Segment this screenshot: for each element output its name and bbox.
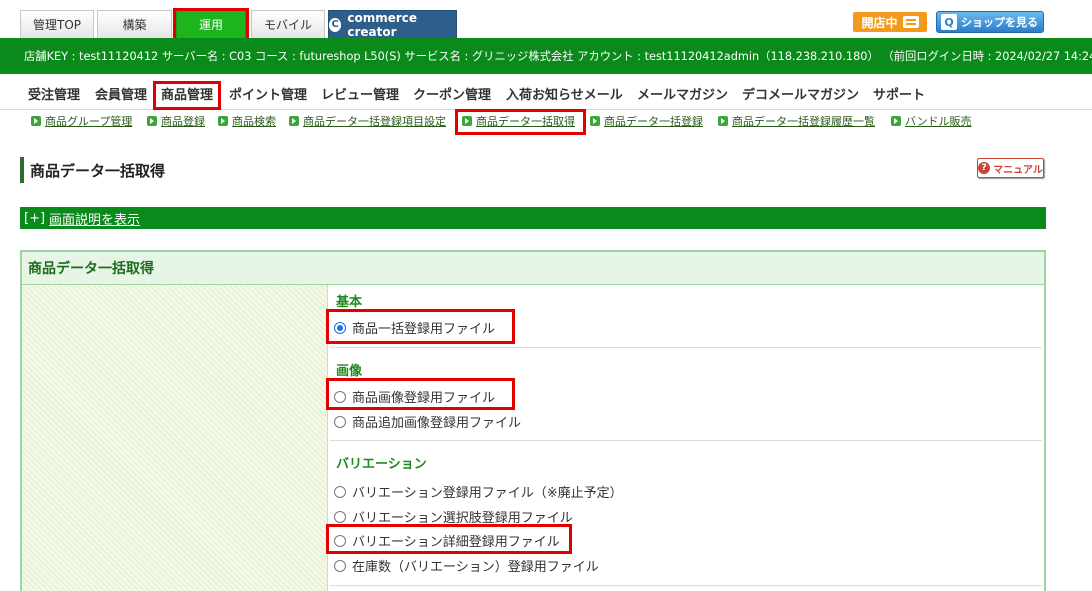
store-open-badge[interactable]: 開店中 — [853, 12, 927, 32]
section-label-image: 画像 — [336, 364, 363, 379]
expand-toggle[interactable]: [+] — [24, 211, 45, 226]
panel-header: 商品データ一括取得 — [22, 252, 1044, 285]
tab-label: commerce creator — [347, 10, 418, 39]
arrow-icon — [31, 116, 41, 126]
radio-unchecked-icon[interactable] — [334, 559, 346, 572]
radio-variation-stock[interactable]: 在庫数（バリエーション）登録用ファイル — [334, 556, 599, 575]
highlight-box-unyou-tab — [173, 8, 249, 41]
subnav-label: 商品データ一括登録履歴一覧 — [732, 115, 875, 128]
tab-label: 管理TOP — [32, 18, 81, 32]
radio-label: 商品追加画像登録用ファイル — [352, 416, 522, 431]
subnav-group[interactable]: 商品グループ管理 — [31, 113, 132, 129]
subnav-label: 商品データ一括登録 — [604, 115, 703, 128]
highlight-box-product-image — [326, 378, 515, 410]
question-icon: ? — [978, 162, 991, 174]
subnav-label: 商品登録 — [161, 115, 205, 128]
highlight-box-variation-detail — [326, 524, 572, 554]
panel-title: 商品データ一括取得 — [28, 261, 154, 277]
arrow-icon — [718, 116, 728, 126]
highlight-box-bulk-export — [455, 109, 586, 135]
store-open-label: 開店中 — [861, 15, 898, 30]
section-label-basic: 基本 — [336, 295, 363, 310]
nav-juchu[interactable]: 受注管理 — [28, 84, 80, 103]
arrow-icon — [289, 116, 299, 126]
subnav-label: バンドル販売 — [905, 115, 972, 128]
magnifier-icon: Q — [941, 14, 957, 30]
nav-kaiin[interactable]: 会員管理 — [95, 84, 147, 103]
manual-label: マニュアル — [993, 164, 1043, 176]
radio-label: バリエーション登録用ファイル（※廃止予定） — [352, 486, 623, 501]
subnav-bulk-register[interactable]: 商品データ一括登録 — [590, 113, 703, 129]
tab-commerce-creator[interactable]: C commerce creator — [328, 10, 457, 39]
subnav-register[interactable]: 商品登録 — [147, 113, 205, 129]
tab-label: モバイル — [263, 18, 312, 32]
manual-button[interactable]: ? マニュアル — [977, 158, 1044, 178]
radio-unchecked-icon[interactable] — [334, 485, 346, 498]
screen-description-bar: [+] 画面説明を表示 — [20, 207, 1046, 229]
nav-deco-mail[interactable]: デコメールマガジン — [742, 84, 859, 103]
subnav-bulk-history[interactable]: 商品データ一括登録履歴一覧 — [718, 113, 875, 129]
subnav-search[interactable]: 商品検索 — [218, 113, 276, 129]
section-divider — [330, 585, 1042, 586]
top-tab-bar: 管理TOP 構築 運用 モバイル C commerce creator 開店中 … — [0, 0, 1092, 39]
nav-restock-mail[interactable]: 入荷お知らせメール — [506, 84, 623, 103]
toggle-switch-icon — [902, 16, 919, 28]
tab-mobile[interactable]: モバイル — [251, 10, 325, 38]
view-shop-label: ショップを見る — [961, 16, 1038, 29]
nav-coupon[interactable]: クーポン管理 — [413, 84, 491, 103]
commerce-creator-logo-icon: C — [329, 17, 342, 32]
section-divider — [330, 347, 1042, 348]
page-title-text: 商品データ一括取得 — [30, 161, 166, 180]
subnav-label: 商品グループ管理 — [45, 115, 133, 128]
tab-kanri-top[interactable]: 管理TOP — [20, 10, 94, 38]
section-divider — [330, 440, 1042, 441]
tab-label: 構築 — [122, 18, 147, 32]
radio-variation-register[interactable]: バリエーション登録用ファイル（※廃止予定） — [334, 482, 623, 501]
nav-point[interactable]: ポイント管理 — [229, 84, 307, 103]
account-info-text: 店舗KEY : test11120412 サーバー名 : C03 コース : f… — [24, 50, 1092, 63]
nav-mail-magazine[interactable]: メールマガジン — [637, 84, 728, 103]
radio-unchecked-icon[interactable] — [334, 510, 346, 523]
nav-support[interactable]: サポート — [873, 84, 925, 103]
tab-kouchiku[interactable]: 構築 — [97, 10, 172, 38]
page-title: 商品データ一括取得 — [20, 157, 165, 183]
subnav-label: 商品検索 — [232, 115, 276, 128]
subnav-bundle[interactable]: バンドル販売 — [891, 113, 972, 129]
arrow-icon — [590, 116, 600, 126]
section-label-variation: バリエーション — [336, 457, 427, 472]
highlight-box-product-bulk — [326, 309, 515, 344]
show-description-link[interactable]: 画面説明を表示 — [49, 209, 140, 228]
subnav-label: 商品データ一括登録項目設定 — [303, 115, 446, 128]
highlight-box-shohin-nav — [153, 81, 221, 110]
radio-label: 在庫数（バリエーション）登録用ファイル — [352, 560, 599, 575]
arrow-icon — [218, 116, 228, 126]
radio-unchecked-icon[interactable] — [334, 415, 346, 428]
account-info-bar: 店舗KEY : test11120412 サーバー名 : C03 コース : f… — [0, 38, 1092, 74]
arrow-icon — [147, 116, 157, 126]
nav-review[interactable]: レビュー管理 — [321, 84, 399, 103]
radio-product-additional-image[interactable]: 商品追加画像登録用ファイル — [334, 412, 521, 431]
panel-label-column — [22, 285, 328, 591]
view-shop-button[interactable]: Q ショップを見る — [936, 11, 1044, 33]
subnav-bulk-field-settings[interactable]: 商品データ一括登録項目設定 — [289, 113, 446, 129]
arrow-icon — [891, 116, 901, 126]
